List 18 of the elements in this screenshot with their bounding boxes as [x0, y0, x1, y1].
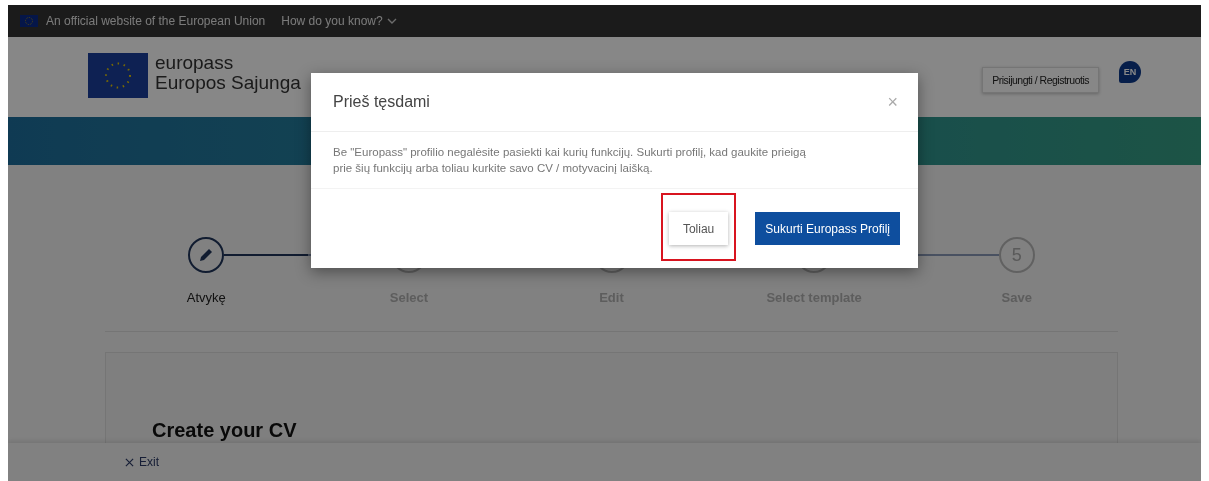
chevron-down-icon [386, 18, 397, 24]
eu-flag-logo [88, 53, 148, 98]
close-icon [125, 457, 134, 467]
brand-subtitle: Europos Sajunga [155, 73, 301, 93]
how-do-you-know-link[interactable]: How do you know? [281, 14, 397, 28]
card-title: Create your CV [152, 419, 297, 441]
exit-link[interactable]: Exit [125, 455, 159, 469]
eu-flag-icon [20, 15, 38, 27]
language-button[interactable]: EN [1119, 61, 1141, 83]
login-button[interactable]: Prisijungti / Registruotis [982, 67, 1099, 93]
create-profile-button[interactable]: Sukurti Europass Profilį [755, 212, 900, 245]
official-notice: An official website of the European Union [46, 14, 266, 28]
close-button[interactable]: × [883, 91, 902, 113]
dialog-message: Be "Europass" profilio negalėsite pasiekti kai kurių funkcijų. Sukurti profilį, kad gaukite prieigą prie šių funkcijų arba toliau kurkite savo CV / motyvacinį laišką. [333, 145, 807, 176]
continue-button[interactable]: Toliau [668, 212, 729, 245]
step-label: Atvykę [186, 290, 226, 305]
dialog-title: Prieš tęsdami [333, 93, 430, 111]
brand-name: europass [155, 53, 235, 73]
